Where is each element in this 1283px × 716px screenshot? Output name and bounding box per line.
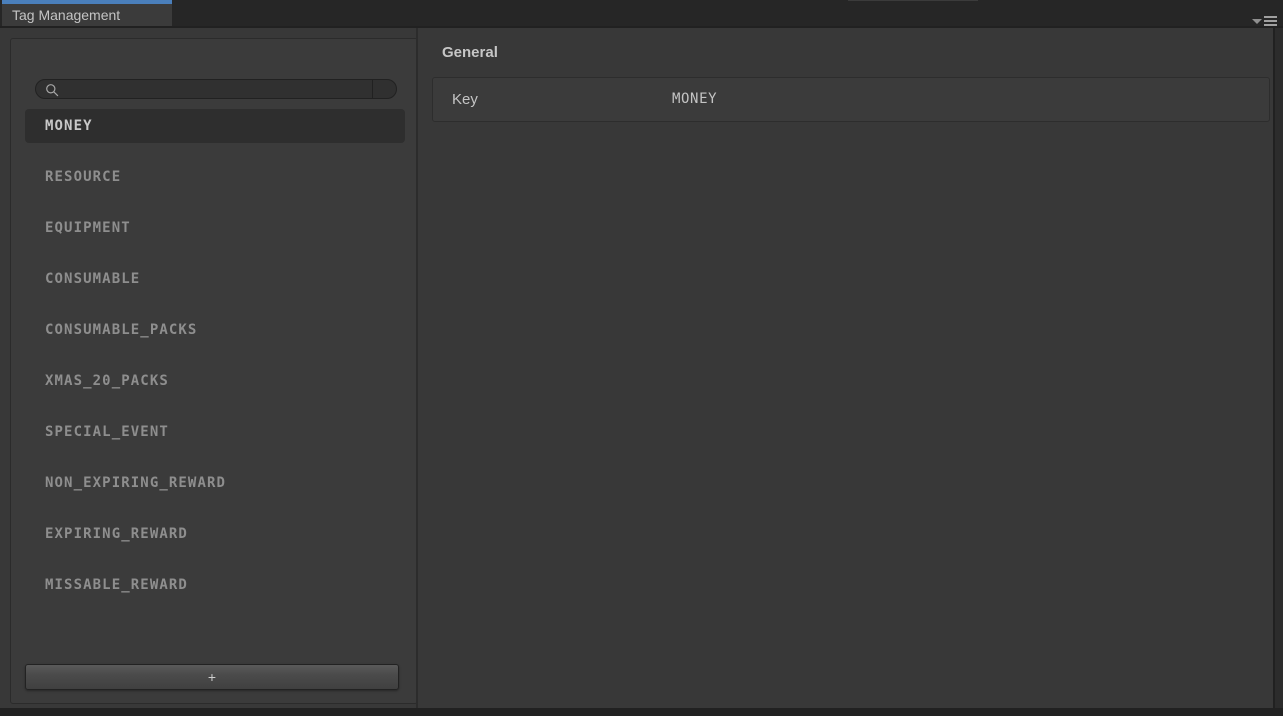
tag-list-item-label: XMAS_20_PACKS — [45, 373, 169, 389]
hamburger-line — [1264, 20, 1277, 22]
tag-list-item-label: CONSUMABLE — [45, 271, 141, 287]
search-clear-button[interactable] — [372, 80, 396, 98]
tag-list-item-label: EQUIPMENT — [45, 220, 131, 236]
tag-list-item-label: EXPIRING_REWARD — [45, 526, 188, 542]
section-title-general: General — [442, 44, 498, 61]
tag-list[interactable]: MONEY RESOURCE EQUIPMENT CONSUMABLE CONSUMAB… — [25, 109, 405, 659]
right-scroll-gutter[interactable] — [1275, 28, 1283, 708]
tag-list-item[interactable]: EXPIRING_REWARD — [25, 517, 405, 551]
tag-list-item-label: MISSABLE_REWARD — [45, 577, 188, 593]
tag-list-item[interactable]: SPECIAL_EVENT — [25, 415, 405, 449]
tag-list-item[interactable]: MONEY — [25, 109, 405, 143]
tag-list-panel: MONEY RESOURCE EQUIPMENT CONSUMABLE CONSUMAB… — [10, 38, 418, 704]
search-field[interactable] — [35, 79, 397, 99]
search-input[interactable] — [62, 80, 372, 98]
tag-list-item-label: RESOURCE — [45, 169, 122, 185]
field-row-key[interactable]: Key MONEY — [432, 77, 1270, 122]
window-bottom-rule — [0, 708, 1283, 716]
add-tag-button[interactable]: + — [25, 664, 399, 690]
field-value-key[interactable]: MONEY — [672, 91, 717, 107]
tabbar-top-rule — [848, 0, 978, 1]
tag-list-item[interactable]: CONSUMABLE_PACKS — [25, 313, 405, 347]
tag-management-window: Tag Management MONEY RESOURCE EQUIPMENT CON… — [0, 0, 1283, 716]
tag-list-item-label: MONEY — [45, 118, 93, 134]
tag-list-item[interactable]: EQUIPMENT — [25, 211, 405, 245]
window-tab-bar: Tag Management — [0, 0, 1283, 26]
tag-list-item[interactable]: XMAS_20_PACKS — [25, 364, 405, 398]
tag-list-item[interactable]: NON_EXPIRING_REWARD — [25, 466, 405, 500]
tag-list-item-label: SPECIAL_EVENT — [45, 424, 169, 440]
tag-detail-panel: General Key MONEY — [418, 28, 1275, 708]
field-label-key: Key — [452, 91, 478, 108]
hamburger-menu-icon[interactable] — [1264, 16, 1277, 26]
tag-list-item[interactable]: RESOURCE — [25, 160, 405, 194]
hamburger-line — [1264, 16, 1277, 18]
search-icon — [46, 84, 59, 97]
tag-list-item[interactable]: MISSABLE_REWARD — [25, 568, 405, 602]
tag-list-item-label: NON_EXPIRING_REWARD — [45, 475, 227, 491]
chevron-down-icon[interactable] — [1252, 19, 1262, 24]
tag-list-item[interactable]: CONSUMABLE — [25, 262, 405, 296]
window-options-menu[interactable] — [1252, 16, 1277, 26]
tab-tag-management[interactable]: Tag Management — [2, 0, 172, 26]
tag-list-item-label: CONSUMABLE_PACKS — [45, 322, 198, 338]
tab-label: Tag Management — [12, 7, 121, 23]
